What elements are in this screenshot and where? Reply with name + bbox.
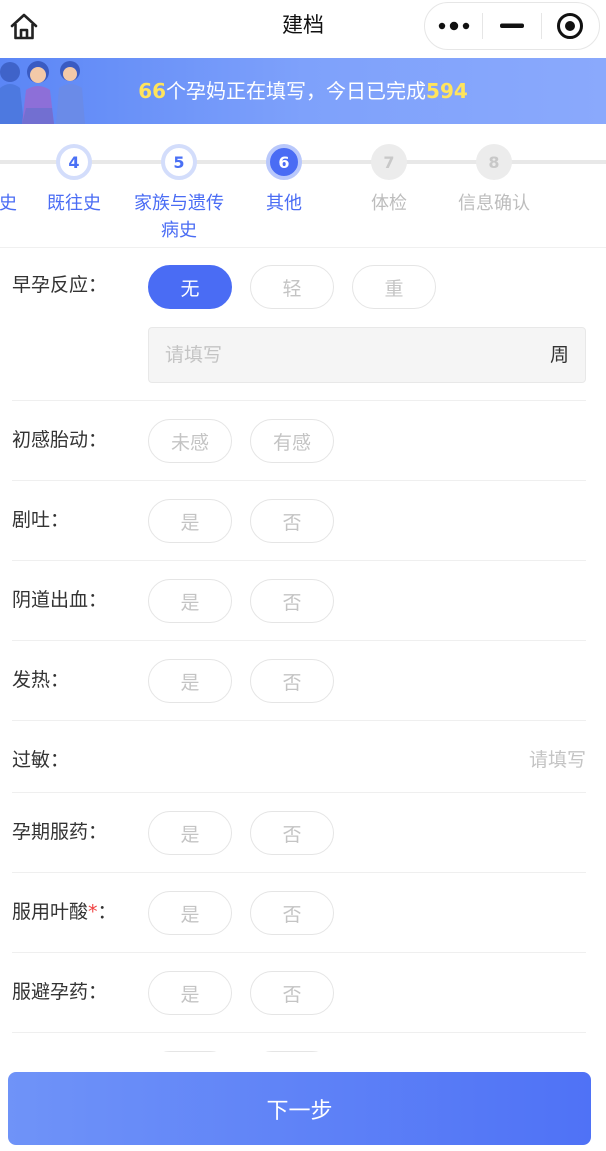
bleeding-options: 是 否 — [148, 579, 352, 623]
step-circle-8[interactable]: 8 — [476, 144, 512, 180]
fetal-movement-option-yes[interactable]: 有感 — [250, 419, 334, 463]
medication-option-no[interactable]: 否 — [250, 811, 334, 855]
step-label-7[interactable]: 体检 — [334, 190, 444, 217]
other-info-form: 早孕反应： 无 轻 重 请填写 周 初感胎动： 未感 有感 剧吐： 是 否 阴道… — [12, 248, 586, 1095]
next-step-button[interactable]: 下一步 — [8, 1072, 591, 1145]
medication-option-yes[interactable]: 是 — [148, 811, 232, 855]
bleeding-option-yes[interactable]: 是 — [148, 579, 232, 623]
mini-program-capsule — [424, 2, 600, 50]
done-count: 594 — [426, 79, 468, 103]
contraceptive-option-yes[interactable]: 是 — [148, 971, 232, 1015]
step-circle-4[interactable]: 4 — [56, 144, 92, 180]
medication-options: 是 否 — [148, 811, 352, 855]
contraceptive-options: 是 否 — [148, 971, 352, 1015]
week-input-placeholder: 请填写 — [165, 344, 223, 366]
medication-label: 孕期服药： — [12, 821, 108, 843]
week-unit: 周 — [549, 344, 569, 366]
fetal-movement-options: 未感 有感 — [148, 419, 352, 463]
early-reaction-option-none[interactable]: 无 — [148, 265, 232, 309]
vomiting-options: 是 否 — [148, 499, 352, 543]
step-circle-6[interactable]: 6 — [266, 144, 302, 180]
nav-bar: 建档 — [0, 0, 606, 58]
bleeding-row: 阴道出血： 是 否 — [12, 561, 586, 641]
minimize-icon — [499, 23, 524, 28]
allergy-row[interactable]: 过敏： 请填写 — [12, 721, 586, 793]
fever-row: 发热： 是 否 — [12, 641, 586, 721]
step-label-5[interactable]: 家族与遗传 病史 — [124, 190, 234, 244]
step-circle-5[interactable]: 5 — [161, 144, 197, 180]
folic-acid-label: 服用叶酸*： — [12, 901, 117, 923]
contraceptive-option-no[interactable]: 否 — [250, 971, 334, 1015]
required-mark: * — [88, 901, 98, 923]
bleeding-label: 阴道出血： — [12, 589, 108, 611]
step-circle-7[interactable]: 7 — [371, 144, 407, 180]
folic-acid-option-yes[interactable]: 是 — [148, 891, 232, 935]
vomiting-option-yes[interactable]: 是 — [148, 499, 232, 543]
allergy-label: 过敏： — [12, 749, 70, 771]
step-progress: 史 4 既往史 5 家族与遗传 病史 6 其他 7 体检 8 信息确认 — [0, 124, 606, 248]
fever-options: 是 否 — [148, 659, 352, 703]
more-dots-icon — [438, 21, 469, 31]
progress-banner: 66个孕妈正在填写，今日已完成594 — [0, 58, 606, 124]
banner-middle-text: 个孕妈正在填写，今日已完成 — [166, 79, 427, 103]
medication-row: 孕期服药： 是 否 — [12, 793, 586, 873]
early-reaction-row: 早孕反应： 无 轻 重 请填写 周 — [12, 248, 586, 401]
vomiting-label: 剧吐： — [12, 509, 70, 531]
early-reaction-option-severe[interactable]: 重 — [352, 265, 436, 309]
banner-text: 66个孕妈正在填写，今日已完成594 — [0, 58, 606, 124]
contraceptive-row: 服避孕药： 是 否 — [12, 953, 586, 1033]
folic-acid-options: 是 否 — [148, 891, 352, 935]
allergy-input[interactable]: 请填写 — [529, 745, 586, 772]
fetal-movement-row: 初感胎动： 未感 有感 — [12, 401, 586, 481]
early-reaction-label: 早孕反应： — [12, 274, 108, 296]
step-label-8[interactable]: 信息确认 — [439, 190, 549, 217]
fever-label: 发热： — [12, 669, 70, 691]
bottom-bar: 下一步 — [0, 1052, 606, 1151]
filling-count: 66 — [138, 79, 167, 103]
step-label-6[interactable]: 其他 — [229, 190, 339, 217]
fetal-movement-option-no[interactable]: 未感 — [148, 419, 232, 463]
fever-option-no[interactable]: 否 — [250, 659, 334, 703]
fever-option-yes[interactable]: 是 — [148, 659, 232, 703]
contraceptive-label: 服避孕药： — [12, 981, 108, 1003]
fetal-movement-label: 初感胎动： — [12, 429, 108, 451]
vomiting-option-no[interactable]: 否 — [250, 499, 334, 543]
bleeding-option-no[interactable]: 否 — [250, 579, 334, 623]
folic-acid-row: 服用叶酸*： 是 否 — [12, 873, 586, 953]
target-circle-icon — [557, 13, 584, 39]
early-reaction-option-mild[interactable]: 轻 — [250, 265, 334, 309]
vomiting-row: 剧吐： 是 否 — [12, 481, 586, 561]
step-label-4[interactable]: 既往史 — [19, 190, 129, 217]
minimize-button[interactable] — [483, 3, 540, 49]
early-reaction-options: 无 轻 重 — [148, 265, 454, 309]
close-button[interactable] — [542, 3, 599, 49]
early-reaction-week-input[interactable]: 请填写 周 — [148, 327, 586, 383]
folic-acid-option-no[interactable]: 否 — [250, 891, 334, 935]
more-button[interactable] — [425, 3, 482, 49]
